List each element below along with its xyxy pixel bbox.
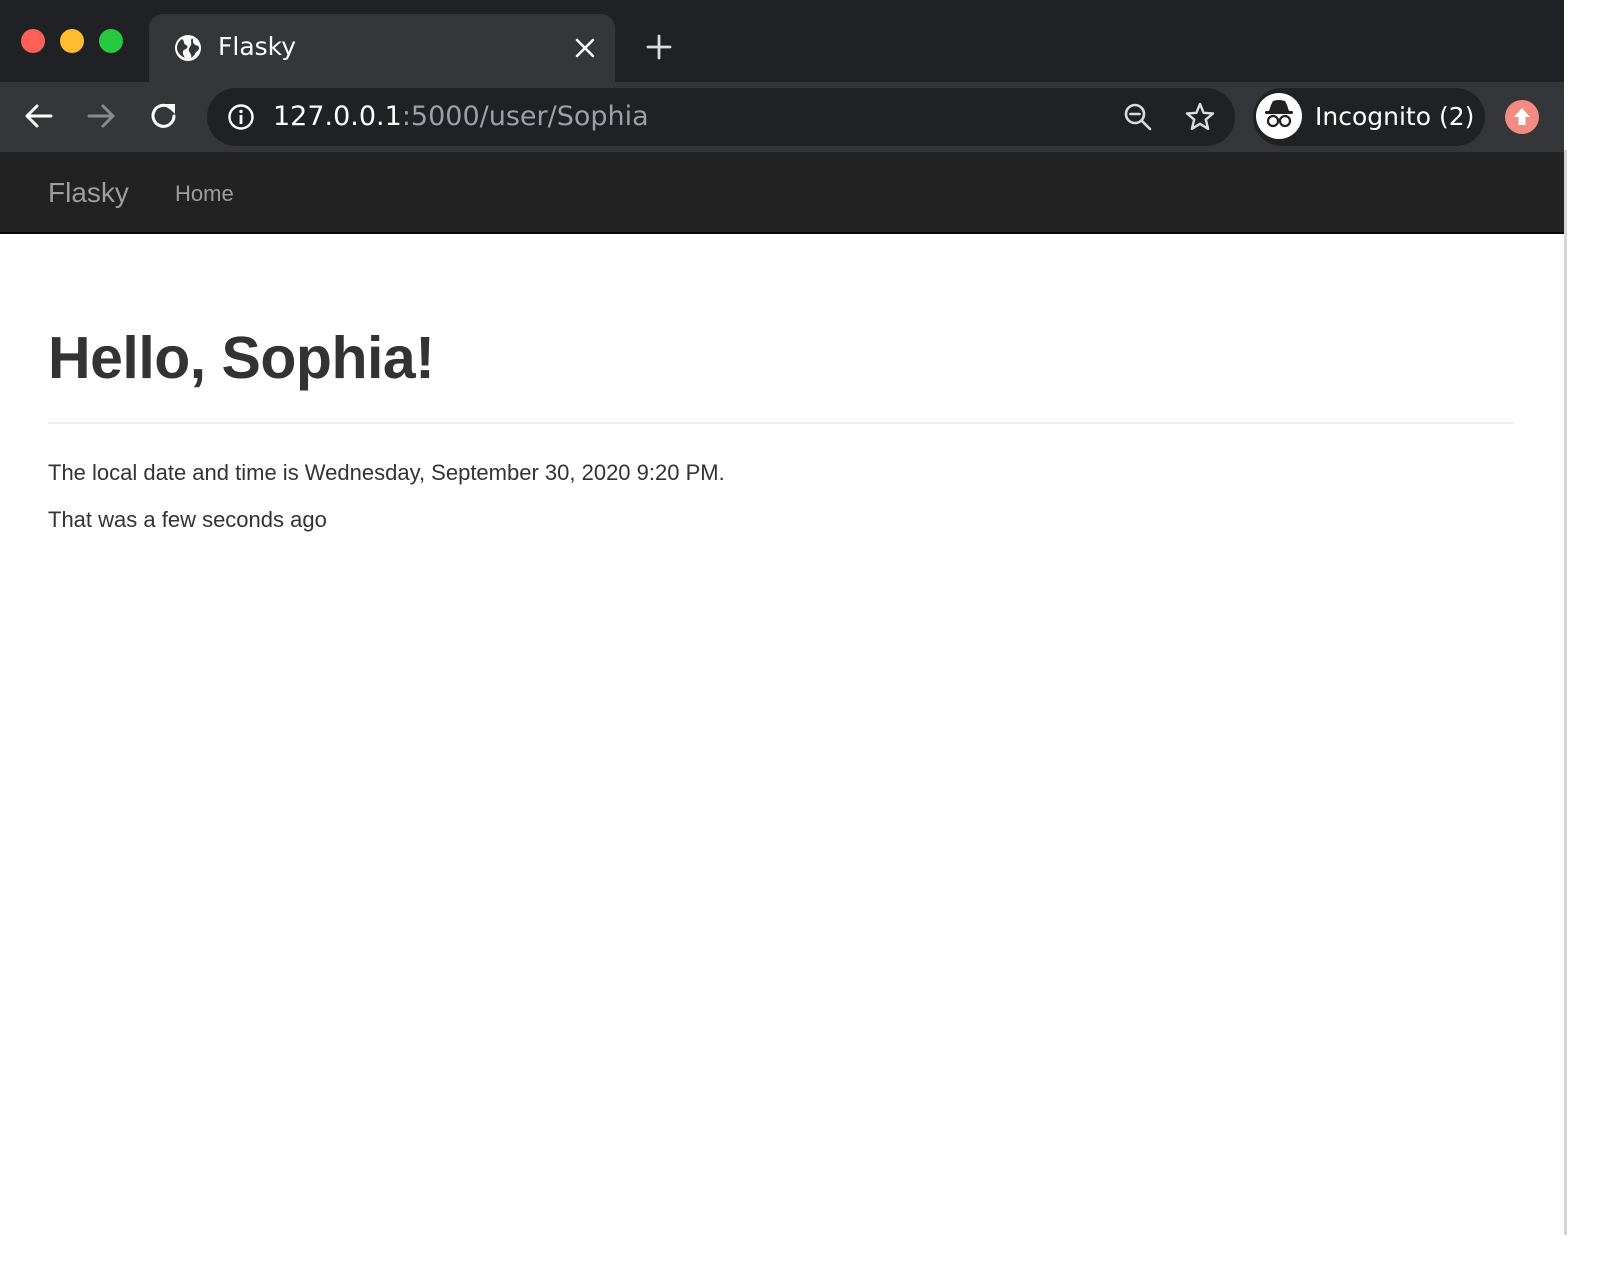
window-minimize-button[interactable]: [60, 29, 84, 53]
address-bar[interactable]: 127.0.0.1:5000/user/Sophia: [207, 88, 1235, 146]
reload-icon[interactable]: [147, 99, 181, 133]
close-icon[interactable]: [572, 35, 598, 61]
nav-link-home[interactable]: Home: [175, 181, 234, 207]
incognito-label: Incognito (2): [1315, 102, 1475, 131]
browser-toolbar: 127.0.0.1:5000/user/Sophia Incognito (2): [0, 82, 1568, 152]
window-edge-divider: [1564, 150, 1567, 1235]
bookmark-star-icon[interactable]: [1184, 101, 1216, 133]
window-edge: [1564, 0, 1610, 1268]
relative-time-text: That was a few seconds ago: [48, 507, 327, 532]
zoom-out-icon[interactable]: [1123, 102, 1153, 132]
url-host: 127.0.0.1: [273, 101, 402, 132]
browser-tab[interactable]: Flasky: [149, 14, 615, 82]
window-close-button[interactable]: [21, 29, 45, 53]
tab-title: Flasky: [218, 32, 297, 61]
window-maximize-button[interactable]: [99, 29, 123, 53]
incognito-icon: [1256, 93, 1302, 139]
navbar-brand[interactable]: Flasky: [48, 177, 129, 209]
page-header: Hello, Sophia!: [48, 234, 1514, 424]
url-text[interactable]: 127.0.0.1:5000/user/Sophia: [273, 101, 649, 132]
update-arrow-icon[interactable]: [1505, 100, 1539, 134]
url-path: :5000/user/Sophia: [401, 101, 649, 132]
back-arrow-icon[interactable]: [22, 99, 56, 133]
incognito-profile-button[interactable]: Incognito (2): [1253, 88, 1485, 146]
main-content: Hello, Sophia! The local date and time i…: [48, 234, 1514, 535]
page-title: Hello, Sophia!: [48, 325, 435, 391]
local-time-text: The local date and time is Wednesday, Se…: [48, 460, 725, 485]
info-icon[interactable]: [227, 103, 255, 131]
plus-icon[interactable]: [645, 33, 673, 61]
site-navbar: Flasky Home: [0, 152, 1564, 234]
globe-icon: [175, 35, 201, 61]
forward-arrow-icon[interactable]: [84, 99, 118, 133]
browser-titlebar: Flasky: [0, 0, 1568, 82]
